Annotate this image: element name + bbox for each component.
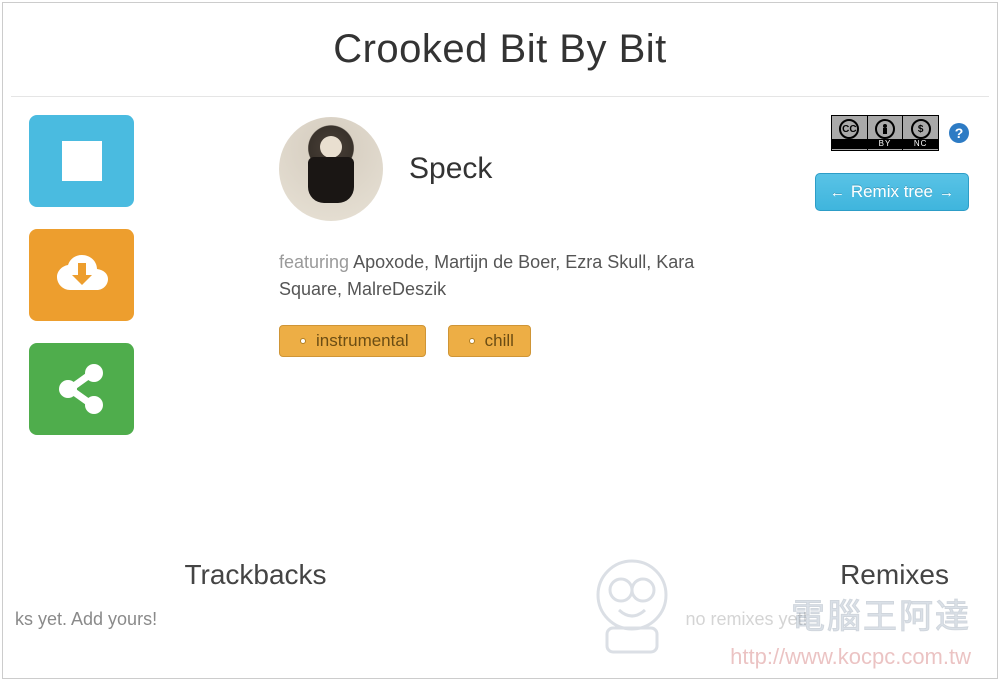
remix-tree-button[interactable]: ← Remix tree → (815, 173, 969, 211)
nc-cell: $ NC (903, 116, 938, 150)
trackbacks-section: Trackbacks ks yet. Add yours! (11, 559, 500, 630)
share-button[interactable] (29, 343, 134, 435)
artist-name[interactable]: Speck (409, 152, 492, 186)
trackbacks-empty-text: ks yet. Add yours! (11, 609, 500, 630)
play-stop-button[interactable] (29, 115, 134, 207)
stop-icon (52, 131, 112, 191)
arrow-left-icon: ← (830, 184, 845, 201)
tag-label: instrumental (316, 331, 409, 351)
page-frame: Crooked Bit By Bit (2, 2, 998, 679)
arrow-right-icon: → (939, 184, 954, 201)
tag-hole-icon (300, 338, 306, 344)
right-column: CC BY $ NC ? ← (789, 115, 989, 211)
nc-icon: $ (911, 119, 931, 139)
share-icon (52, 359, 112, 419)
tag-list: instrumental chill (279, 325, 769, 357)
watermark-url: http://www.kocpc.com.tw (730, 644, 971, 670)
cc-license-badge[interactable]: CC BY $ NC (831, 115, 939, 151)
tag-label: chill (485, 331, 514, 351)
watermark-mascot (577, 550, 687, 660)
cc-cell: CC (832, 116, 868, 150)
license-row: CC BY $ NC ? (831, 115, 969, 151)
featuring-label: featuring (279, 252, 349, 272)
tag-hole-icon (469, 338, 475, 344)
artist-row: Speck (279, 117, 769, 221)
remix-tree-label: Remix tree (851, 182, 933, 202)
tag-chill[interactable]: chill (448, 325, 531, 357)
by-cell: BY (868, 116, 904, 150)
cc-icon: CC (839, 119, 859, 139)
license-help-icon[interactable]: ? (949, 123, 969, 143)
info-column: Speck featuring Apoxode, Martijn de Boer… (149, 115, 789, 357)
remixes-heading: Remixes (500, 559, 989, 591)
artist-avatar[interactable] (279, 117, 383, 221)
download-button[interactable] (29, 229, 134, 321)
watermark-name: 電腦王阿達 (791, 589, 971, 638)
by-icon (875, 119, 895, 139)
divider (11, 96, 989, 97)
cloud-download-icon (52, 245, 112, 305)
trackbacks-heading: Trackbacks (11, 559, 500, 591)
action-column (29, 115, 149, 457)
featuring-block: featuring Apoxode, Martijn de Boer, Ezra… (279, 249, 759, 303)
tag-instrumental[interactable]: instrumental (279, 325, 426, 357)
track-title: Crooked Bit By Bit (11, 27, 989, 72)
content-row: Speck featuring Apoxode, Martijn de Boer… (11, 115, 989, 457)
